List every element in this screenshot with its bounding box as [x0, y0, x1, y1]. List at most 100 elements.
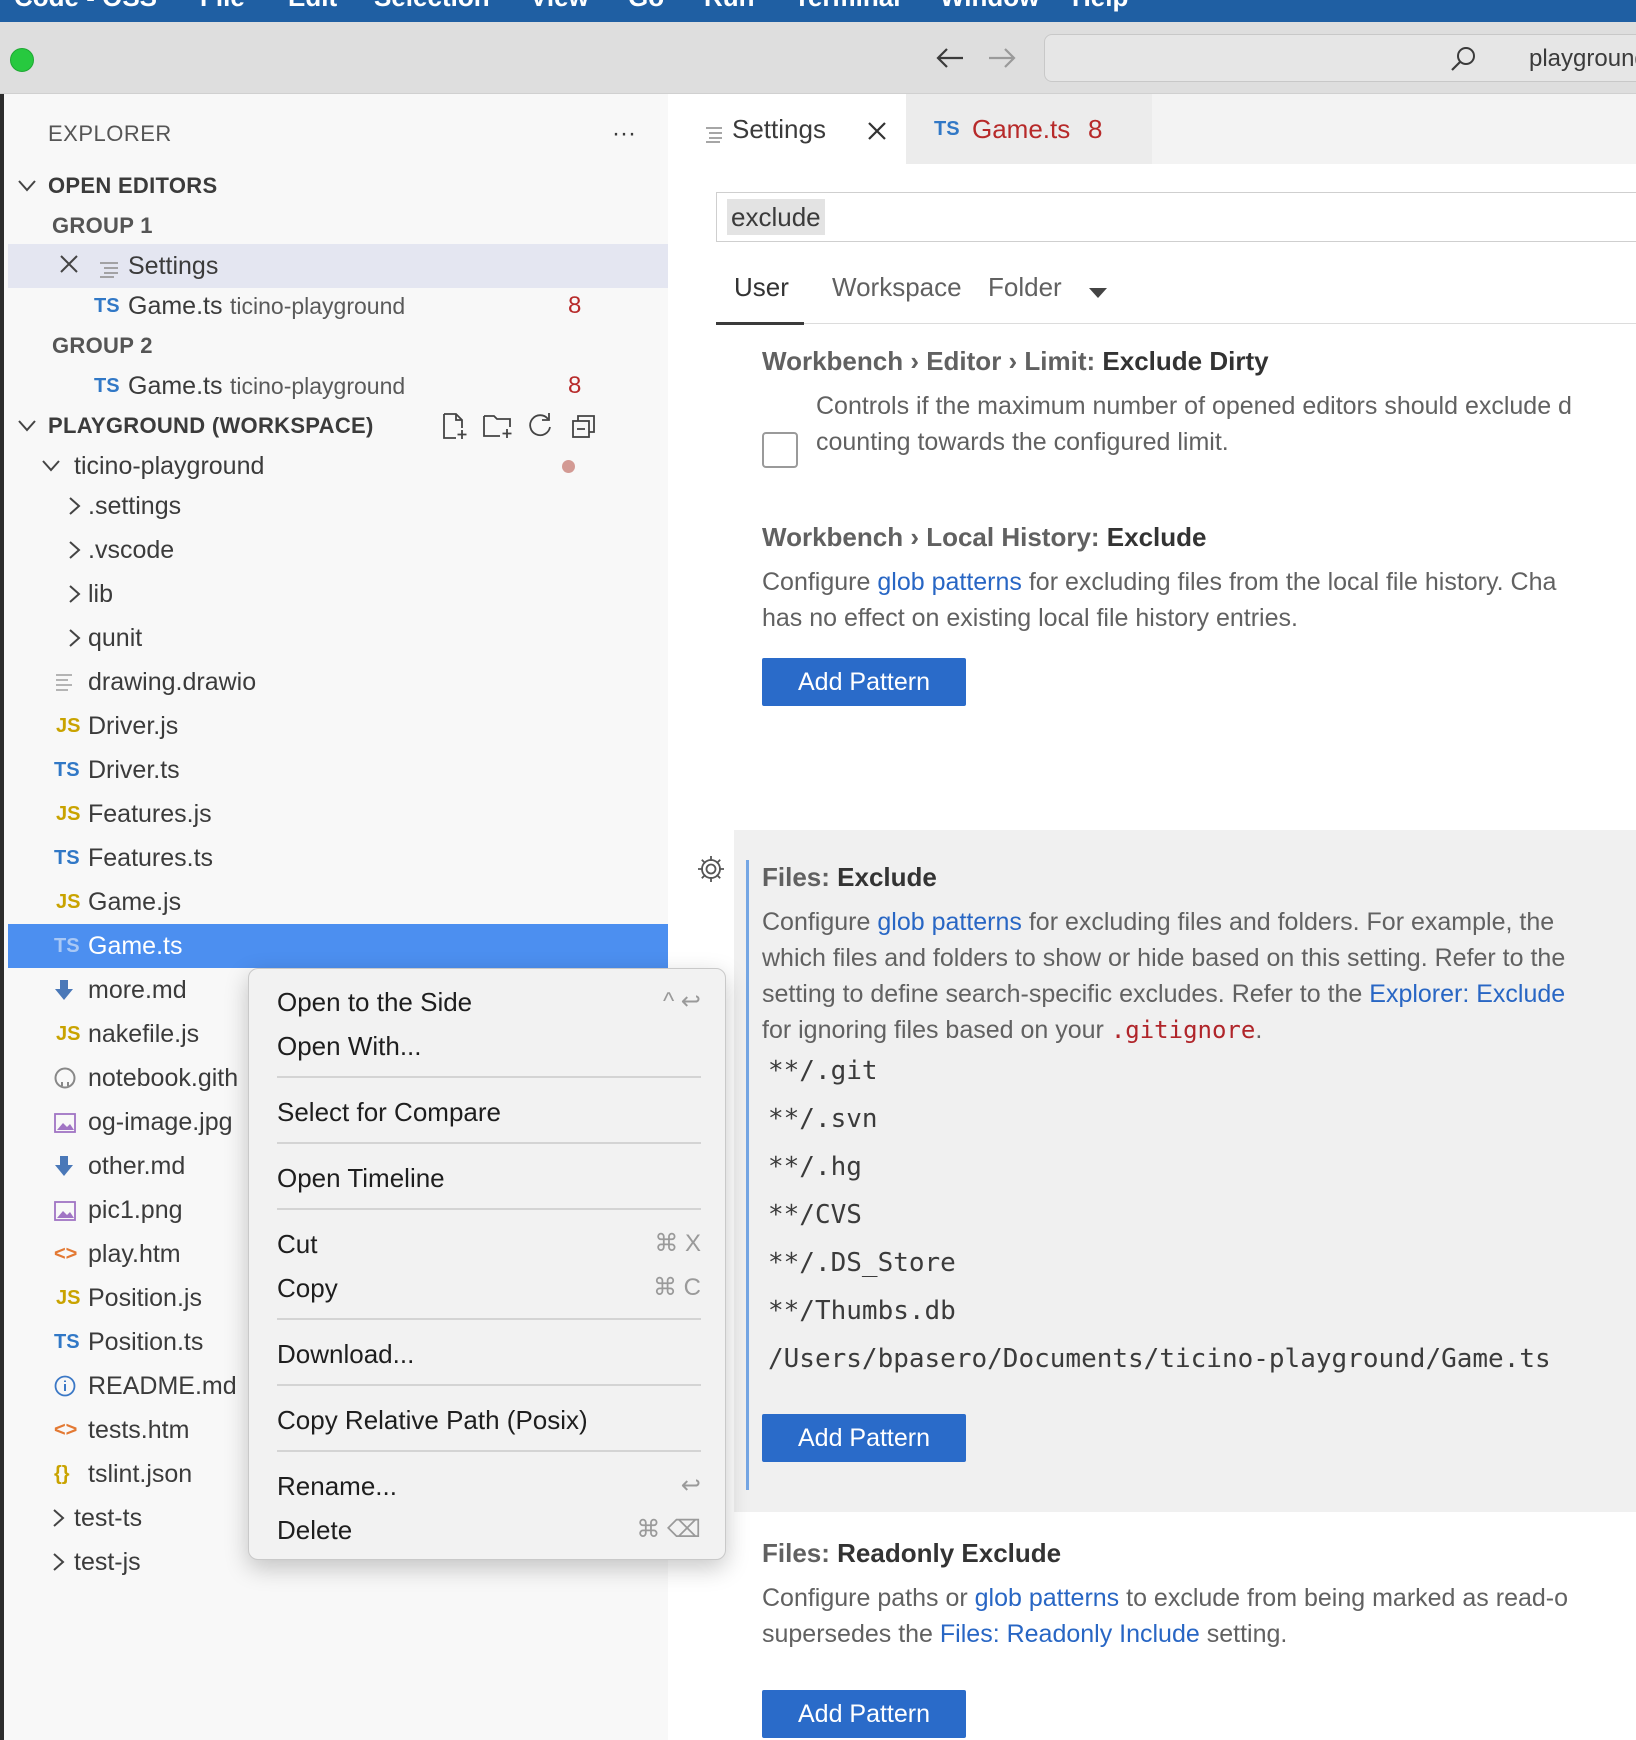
- setting-description: Configure glob patterns for excluding fi…: [762, 908, 1566, 1044]
- folder-label: test-ts: [74, 1504, 143, 1532]
- markdown-file-icon: [54, 1155, 74, 1184]
- menu-window[interactable]: Window: [940, 0, 1039, 13]
- menu-item-copy-relative-path[interactable]: Copy Relative Path (Posix): [277, 1399, 701, 1441]
- new-file-icon[interactable]: [440, 412, 468, 447]
- file-label: Position.js: [88, 1284, 202, 1312]
- open-editors-label: OPEN EDITORS: [48, 173, 218, 198]
- folder-item[interactable]: .settings: [8, 484, 672, 528]
- menu-separator: [277, 1450, 701, 1452]
- explorer-exclude-link[interactable]: Explorer: Exclude: [1369, 980, 1565, 1008]
- setting-description: Configure glob patterns for excluding fi…: [762, 568, 1557, 632]
- file-item[interactable]: JS Game.js: [8, 880, 672, 924]
- open-editor-game-ts[interactable]: TS Game.ts ticino-playground 8: [8, 284, 672, 328]
- add-pattern-button[interactable]: Add Pattern: [762, 1690, 966, 1738]
- menu-help[interactable]: Help: [1072, 0, 1128, 13]
- file-item[interactable]: drawing.drawio: [8, 660, 672, 704]
- folder-label: test-js: [74, 1548, 141, 1576]
- glob-pattern-item[interactable]: **/.git: [768, 1056, 878, 1086]
- tab-user[interactable]: User: [734, 272, 789, 303]
- back-arrow-icon[interactable]: [932, 40, 968, 76]
- add-pattern-button[interactable]: Add Pattern: [762, 1414, 966, 1462]
- readonly-include-link[interactable]: Files: Readonly Include: [940, 1620, 1200, 1648]
- group-2-header: GROUP 2: [8, 324, 672, 368]
- glob-pattern-item[interactable]: **/.svn: [768, 1104, 878, 1134]
- window-zoom-button[interactable]: [10, 48, 34, 72]
- forward-arrow-icon[interactable]: [984, 40, 1020, 76]
- tab-game-ts[interactable]: TS Game.ts 8: [906, 94, 1152, 164]
- glob-pattern-item[interactable]: **/Thumbs.db: [768, 1296, 956, 1326]
- explorer-title: EXPLORER: [48, 121, 172, 146]
- file-item[interactable]: TS Features.ts: [8, 836, 672, 880]
- file-label: Position.ts: [88, 1328, 204, 1356]
- glob-patterns-link[interactable]: glob patterns: [877, 908, 1022, 936]
- folder-root[interactable]: ticino-playground: [8, 444, 672, 488]
- open-editor-settings[interactable]: Settings: [8, 244, 672, 288]
- workspace-header[interactable]: PLAYGROUND (WORKSPACE): [8, 404, 672, 448]
- menu-selection[interactable]: Selection: [374, 0, 490, 13]
- app-menu[interactable]: Code - OSS: [14, 0, 157, 13]
- menu-item-open-timeline[interactable]: Open Timeline: [277, 1157, 701, 1199]
- menu-item-cut[interactable]: Cut ⌘ X: [277, 1223, 701, 1265]
- exclude-dirty-checkbox[interactable]: [762, 432, 798, 468]
- html-file-icon: <>: [54, 1243, 78, 1265]
- folder-item[interactable]: .vscode: [8, 528, 672, 572]
- context-menu: Open to the Side ^ ↩ Open With... Select …: [248, 968, 726, 1560]
- open-editor-game-ts[interactable]: TS Game.ts ticino-playground 8: [8, 364, 672, 408]
- close-icon[interactable]: [866, 118, 888, 149]
- typescript-file-icon: TS: [54, 935, 80, 957]
- shortcut-label: ⌘ X: [654, 1230, 701, 1257]
- refresh-icon[interactable]: [526, 412, 554, 447]
- settings-file-icon: [98, 257, 120, 286]
- file-label: Features.ts: [88, 844, 214, 872]
- settings-scope-tabs: User Workspace Folder: [716, 258, 1636, 325]
- glob-pattern-item[interactable]: /Users/bpasero/Documents/ticino-playgrou…: [768, 1344, 1551, 1374]
- file-item[interactable]: JS Features.js: [8, 792, 672, 836]
- open-editors-header[interactable]: OPEN EDITORS: [8, 164, 672, 208]
- explorer-header: EXPLORER ···: [8, 112, 672, 156]
- setting-title: Files: Exclude: [762, 862, 937, 892]
- command-center[interactable]: playground: [1044, 34, 1636, 82]
- settings-search-input[interactable]: exclude: [716, 192, 1636, 242]
- menu-file[interactable]: File: [200, 0, 245, 13]
- glob-pattern-item[interactable]: **/.DS_Store: [768, 1248, 956, 1278]
- tab-folder[interactable]: Folder: [988, 272, 1062, 303]
- folder-item[interactable]: qunit: [8, 616, 672, 660]
- glob-patterns-link[interactable]: glob patterns: [975, 1584, 1120, 1612]
- tab-settings[interactable]: Settings: [668, 94, 906, 164]
- menu-edit[interactable]: Edit: [288, 0, 337, 13]
- menu-view[interactable]: View: [530, 0, 589, 13]
- menu-separator: [277, 1142, 701, 1144]
- glob-pattern-item[interactable]: **/CVS: [768, 1200, 862, 1230]
- new-folder-icon[interactable]: [482, 412, 514, 447]
- more-actions-icon[interactable]: ···: [612, 112, 636, 156]
- shortcut-label: ↩: [680, 1472, 701, 1499]
- open-editor-description: ticino-playground: [230, 373, 406, 399]
- file-item[interactable]: JS Driver.js: [8, 704, 672, 748]
- menu-terminal[interactable]: Terminal: [794, 0, 900, 13]
- glob-pattern-item[interactable]: **/.hg: [768, 1152, 862, 1182]
- menu-run[interactable]: Run: [704, 0, 755, 13]
- menu-item-open-to-side[interactable]: Open to the Side ^ ↩: [277, 981, 701, 1023]
- menu-item-rename[interactable]: Rename... ↩: [277, 1465, 701, 1507]
- menu-item-copy[interactable]: Copy ⌘ C: [277, 1267, 701, 1309]
- collapse-all-icon[interactable]: [570, 412, 598, 447]
- folder-item[interactable]: lib: [8, 572, 672, 616]
- file-item[interactable]: TS Game.ts: [8, 924, 672, 968]
- gear-icon[interactable]: [696, 854, 726, 889]
- command-center-label: playground: [1529, 45, 1636, 72]
- menu-item-select-for-compare[interactable]: Select for Compare: [277, 1091, 701, 1133]
- folder-label: .vscode: [88, 536, 175, 564]
- file-label: Features.js: [88, 800, 212, 828]
- close-icon[interactable]: [58, 253, 80, 282]
- add-pattern-button[interactable]: Add Pattern: [762, 658, 966, 706]
- caret-down-icon[interactable]: [1088, 286, 1108, 304]
- search-value: exclude: [727, 199, 825, 235]
- file-label: drawing.drawio: [88, 668, 257, 696]
- menu-item-open-with[interactable]: Open With...: [277, 1025, 701, 1067]
- menu-item-download[interactable]: Download...: [277, 1333, 701, 1375]
- menu-item-delete[interactable]: Delete ⌘ ⌫: [277, 1509, 701, 1551]
- glob-patterns-link[interactable]: glob patterns: [877, 568, 1022, 596]
- menu-go[interactable]: Go: [628, 0, 664, 13]
- tab-workspace[interactable]: Workspace: [832, 272, 962, 303]
- file-item[interactable]: TS Driver.ts: [8, 748, 672, 792]
